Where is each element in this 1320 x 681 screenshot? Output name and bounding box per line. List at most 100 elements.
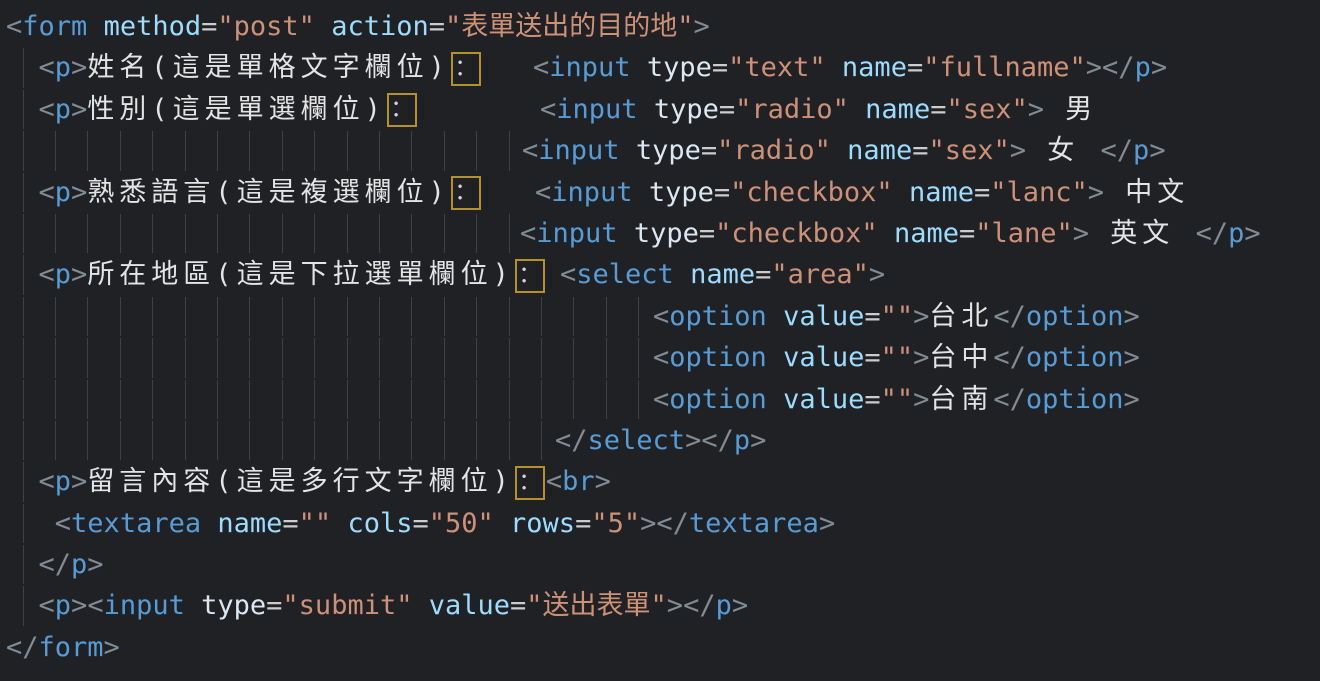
equals-sign: =: [864, 301, 880, 332]
indent-guide: [282, 214, 283, 253]
code-segment: <input type="radio" name="sex"> 男: [540, 89, 1097, 130]
indent-guide: [379, 131, 380, 170]
indent-guide: [249, 131, 250, 170]
indent-guide: [314, 131, 315, 170]
punctuation: <: [39, 466, 55, 497]
indent-guide: [282, 380, 283, 419]
attribute-value: "表單送出的目的地": [445, 11, 694, 42]
indent-guide: [23, 338, 24, 377]
code-line[interactable]: <input type="radio" name="sex"> 女 </p>: [6, 130, 1320, 171]
indent-guide: [638, 380, 639, 419]
tag-name: option: [1026, 301, 1124, 332]
code-line[interactable]: <option value="">台北</option>: [6, 296, 1320, 337]
code-segment: <form method="post" action="表單送出的目的地">: [6, 11, 710, 42]
attribute-name: name: [909, 177, 974, 208]
text: 中文: [1104, 177, 1189, 208]
code-line[interactable]: </p>: [6, 544, 1320, 585]
code-segment: </form>: [6, 632, 120, 663]
punctuation: >: [1149, 135, 1165, 166]
code-line[interactable]: <option value="">台南</option>: [6, 379, 1320, 420]
code-segment: <p>姓名(這是單格文字欄位)：: [6, 52, 482, 83]
code-line[interactable]: <p>性別(這是單選欄位)：<input type="radio" name="…: [6, 89, 1320, 130]
code-editor[interactable]: <form method="post" action="表單送出的目的地"> <…: [0, 0, 1320, 681]
attribute-value: "送出表單": [526, 590, 667, 621]
indent-guide: [249, 421, 250, 460]
code-line[interactable]: <form method="post" action="表單送出的目的地">: [6, 6, 1320, 47]
punctuation: >: [1073, 218, 1089, 249]
punctuation: <: [6, 11, 22, 42]
code-segment: <option value="">台北</option>: [653, 296, 1140, 337]
code-line[interactable]: </select></p>: [6, 420, 1320, 461]
code-line[interactable]: <input type="checkbox" name="lane"> 英文 <…: [6, 213, 1320, 254]
tag-name: input: [536, 218, 617, 249]
attribute-value: "submit": [282, 590, 412, 621]
punctuation: <: [560, 259, 576, 290]
indent-guide: [476, 131, 477, 170]
indent-guide: [23, 380, 24, 419]
attribute-value: "sex": [928, 135, 1009, 166]
indent-guide: [217, 214, 218, 253]
text: [674, 259, 690, 290]
indent-guide: [282, 421, 283, 460]
text: [6, 259, 39, 290]
code-line[interactable]: <p><input type="submit" value="送出表單"></p…: [6, 585, 1320, 626]
indent-guide: [411, 214, 412, 253]
indent-guide: [217, 338, 218, 377]
attribute-value: "sex": [946, 94, 1027, 125]
code-line[interactable]: <p>姓名(這是單格文字欄位)：<input type="text" name=…: [6, 47, 1320, 88]
punctuation: >: [1123, 384, 1139, 415]
code-line[interactable]: <p>留言內容(這是多行文字欄位)：<br>: [6, 461, 1320, 502]
tag-name: input: [551, 177, 632, 208]
indent-guide: [379, 297, 380, 336]
punctuation: </: [683, 590, 716, 621]
text: 姓名(這是單格文字欄位): [87, 52, 450, 83]
code-line[interactable]: <option value="">台中</option>: [6, 337, 1320, 378]
text: [6, 549, 39, 580]
punctuation: >: [1123, 301, 1139, 332]
indent-guide: [152, 380, 153, 419]
attribute-value: "lanc": [990, 177, 1088, 208]
punctuation: >: [685, 425, 701, 456]
tag-name: option: [1026, 384, 1124, 415]
indent-guide: [120, 421, 121, 460]
punctuation: >: [667, 590, 683, 621]
punctuation: <: [39, 259, 55, 290]
indent-guide: [379, 421, 380, 460]
code-line[interactable]: </form>: [6, 627, 1320, 668]
punctuation: >: [1151, 52, 1167, 83]
tag-name: p: [55, 177, 71, 208]
code-segment: <p>留言內容(這是多行文字欄位)：<br>: [6, 466, 611, 497]
indent-guide: [347, 380, 348, 419]
attribute-value: "checkbox": [715, 218, 878, 249]
code-segment: <p><input type="submit" value="送出表單"></p…: [6, 590, 748, 621]
code-segment: <select name="area">: [560, 254, 885, 295]
indent-guide: [185, 131, 186, 170]
punctuation: <: [55, 508, 71, 539]
punctuation: <: [39, 177, 55, 208]
punctuation: <: [546, 466, 562, 497]
indent-guide: [249, 380, 250, 419]
attribute-name: value: [783, 301, 864, 332]
tag-name: input: [556, 94, 637, 125]
punctuation: >: [71, 259, 87, 290]
punctuation: >: [104, 632, 120, 663]
indent-guide: [347, 297, 348, 336]
indent-guide: [347, 421, 348, 460]
equals-sign: =: [282, 508, 298, 539]
tag-name: select: [576, 259, 674, 290]
code-line[interactable]: <textarea name="" cols="50" rows="5"></t…: [6, 503, 1320, 544]
text: [6, 466, 39, 497]
punctuation: >: [750, 425, 766, 456]
indent-guide: [347, 131, 348, 170]
equals-sign: =: [912, 135, 928, 166]
code-line[interactable]: <p>所在地區(這是下拉選單欄位)：<select name="area">: [6, 254, 1320, 295]
indent-guide: [509, 297, 510, 336]
fullwidth-colon-unicode-highlight: ：: [451, 176, 481, 210]
punctuation: >: [694, 11, 710, 42]
code-line[interactable]: <p>熟悉語言(這是複選欄位)：<input type="checkbox" n…: [6, 172, 1320, 213]
indent-guide: [444, 380, 445, 419]
tag-name: br: [562, 466, 595, 497]
tag-name: input: [538, 135, 619, 166]
punctuation: <: [522, 135, 538, 166]
indent-guide: [23, 214, 24, 253]
